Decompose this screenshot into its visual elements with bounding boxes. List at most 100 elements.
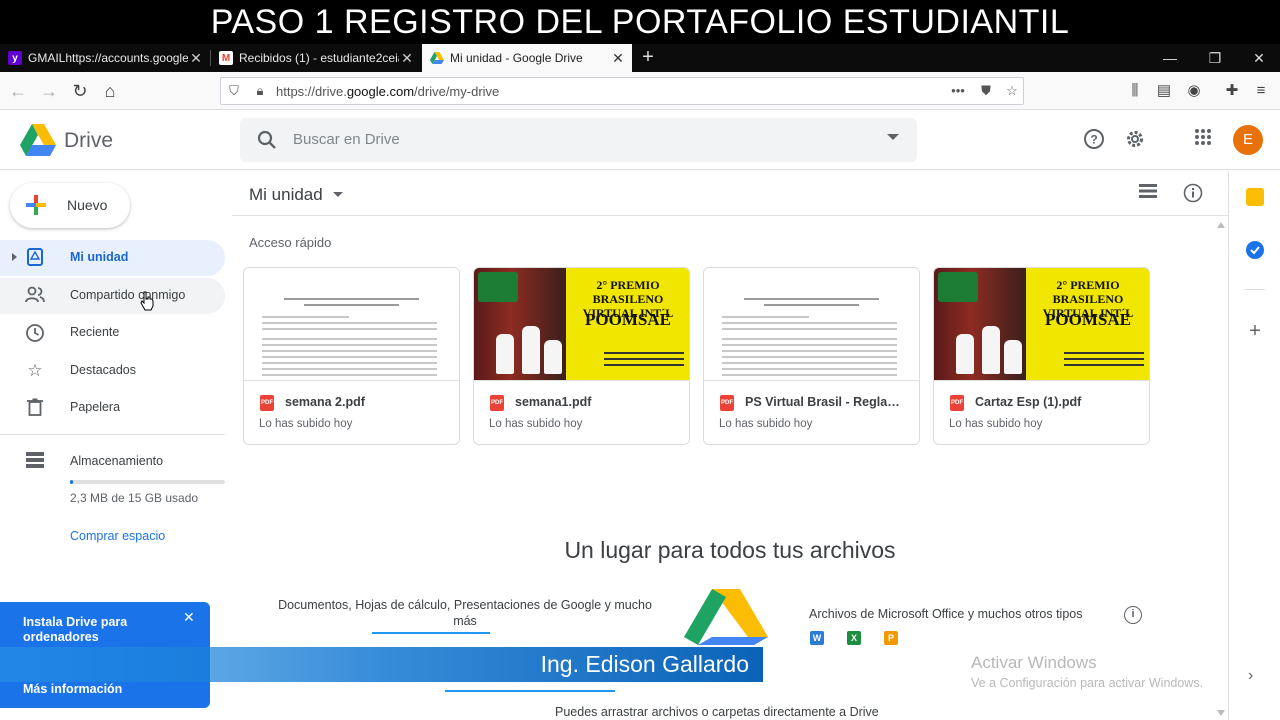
list-view-icon[interactable] — [1137, 183, 1159, 205]
office-feature-text: Archivos de Microsoft Office y muchos ot… — [809, 607, 1083, 621]
url-text[interactable]: https://drive.google.com/drive/my-drive — [276, 84, 499, 99]
sidebar-item-starred[interactable]: ☆ Destacados — [0, 353, 225, 389]
drag-drop-hint: Puedes arrastrar archivos o carpetas dir… — [555, 705, 879, 719]
pocket-icon[interactable]: ⛊ — [977, 82, 995, 100]
tab-recibidos[interactable]: M Recibidos (1) - estudiante2ceia ✕ — [211, 44, 421, 72]
search-options-icon[interactable] — [887, 134, 899, 140]
sidebar-item-label: Papelera — [70, 400, 121, 414]
buy-storage-link[interactable]: Comprar espacio — [70, 529, 165, 543]
powerpoint-icon: P — [884, 631, 898, 645]
drive-logo-icon[interactable] — [20, 124, 56, 156]
extensions-icon[interactable]: ✚ — [1222, 81, 1242, 101]
search-box[interactable]: Buscar en Drive — [240, 118, 917, 162]
tab-label: Mi unidad - Google Drive — [450, 51, 583, 65]
account-icon[interactable]: ◉ — [1184, 81, 1204, 101]
expand-caret-icon[interactable] — [12, 253, 17, 261]
file-card-info: PDF semana1.pdf Lo has subido hoy — [474, 380, 689, 444]
star-icon: ☆ — [27, 361, 43, 380]
close-icon[interactable]: ✕ — [183, 609, 195, 626]
more-info-link[interactable]: Más información — [23, 682, 122, 696]
title-dropdown-icon[interactable] — [333, 192, 343, 197]
tab-label: GMAILhttps://accounts.google — [28, 51, 188, 65]
home-icon[interactable]: ⌂ — [99, 80, 121, 102]
main-divider — [232, 215, 1228, 216]
word-icon: W — [810, 631, 824, 645]
svg-text:?: ? — [1090, 133, 1097, 147]
poster-photo — [474, 268, 566, 380]
windows-activation-title: Activar Windows — [971, 653, 1097, 672]
forward-icon[interactable]: → — [38, 80, 60, 102]
overlay-decoration — [445, 690, 615, 692]
info-icon[interactable] — [1182, 183, 1204, 205]
tab-drive[interactable]: Mi unidad - Google Drive ✕ — [422, 44, 632, 72]
close-tab-icon[interactable]: ✕ — [399, 50, 415, 67]
file-subtitle: Lo has subido hoy — [489, 418, 583, 430]
close-tab-icon[interactable]: ✕ — [188, 50, 204, 67]
poster-photo — [934, 268, 1026, 380]
tab-gmail-accounts[interactable]: y GMAILhttps://accounts.google ✕ — [0, 44, 210, 72]
yahoo-icon: y — [8, 51, 22, 65]
presenter-lower-third: Ing. Edison Gallardo — [0, 647, 763, 682]
sidebar-item-trash[interactable]: Papelera — [0, 390, 225, 426]
settings-gear-icon[interactable] — [1123, 128, 1147, 152]
sidebar-toggle-icon[interactable]: ▤ — [1154, 81, 1174, 101]
side-panel: + › — [1228, 171, 1280, 720]
restore-icon[interactable]: ❐ — [1193, 44, 1237, 72]
new-button-label: Nuevo — [67, 197, 108, 213]
sidebar-item-label: Destacados — [70, 363, 137, 377]
storage-progress-fill — [70, 480, 74, 484]
tab-label: Recibidos (1) - estudiante2ceia — [239, 51, 399, 65]
people-icon — [25, 286, 45, 306]
file-thumbnail — [244, 268, 459, 380]
file-card[interactable]: 2° PREMIO BRASILENO VIRTUAL INT´L POOMSAE… — [933, 267, 1150, 445]
pdf-icon: PDF — [490, 395, 504, 411]
avatar[interactable]: E — [1233, 125, 1263, 155]
my-drive-icon — [25, 248, 45, 268]
url-bar[interactable]: ⛉ 🔒︎ https://drive.google.com/drive/my-d… — [220, 77, 1024, 105]
file-card[interactable]: PDF PS Virtual Brasil - Reglamento Lo ha… — [703, 267, 920, 445]
sidebar-item-shared[interactable]: Compartido conmigo — [0, 278, 225, 314]
popup-title: Instala Drive para ordenadores — [23, 615, 128, 644]
drive-logo-text[interactable]: Drive — [64, 129, 113, 153]
storage-used-text: 2,3 MB de 15 GB usado — [70, 491, 199, 505]
info-icon[interactable]: i — [1124, 606, 1142, 624]
back-icon[interactable]: ← — [7, 80, 29, 102]
file-card-info: PDF semana 2.pdf Lo has subido hoy — [244, 380, 459, 444]
file-card[interactable]: 2° PREMIO BRASILENO VIRTUAL INT´L POOMSAE… — [473, 267, 690, 445]
add-addon-icon[interactable]: + — [1246, 321, 1264, 341]
more-actions-icon[interactable]: ••• — [949, 82, 967, 100]
sidebar-item-storage[interactable]: Almacenamiento — [0, 444, 225, 480]
google-docs-feature-text: Documentos, Hojas de cálculo, Presentaci… — [278, 598, 652, 628]
storage-icon — [25, 452, 45, 472]
library-icon[interactable]: ⫼ — [1125, 81, 1145, 101]
plus-icon — [26, 195, 46, 215]
sidebar-item-my-drive[interactable]: Mi unidad — [0, 240, 225, 276]
bookmark-star-icon[interactable]: ☆ — [1003, 82, 1021, 100]
expand-panel-icon[interactable]: › — [1248, 667, 1253, 685]
search-input[interactable]: Buscar en Drive — [293, 131, 400, 148]
sidebar-item-recent[interactable]: Reciente — [0, 315, 225, 351]
storage-progress-bar — [70, 480, 225, 484]
screen: PASO 1 REGISTRO DEL PORTAFOLIO ESTUDIANT… — [0, 0, 1280, 720]
poster-title: POOMSAE — [585, 310, 671, 329]
empty-state-title: Un lugar para todos tus archivos — [564, 537, 896, 563]
file-name: Cartaz Esp (1).pdf — [975, 395, 1082, 409]
help-icon[interactable]: ? — [1082, 128, 1106, 152]
menu-icon[interactable]: ≡ — [1251, 81, 1271, 101]
lock-icon[interactable]: 🔒︎ — [251, 82, 269, 100]
close-tab-icon[interactable]: ✕ — [610, 50, 626, 67]
new-button[interactable]: Nuevo — [10, 183, 130, 228]
page-title[interactable]: Mi unidad — [249, 185, 323, 205]
apps-grid-icon[interactable] — [1191, 128, 1215, 152]
main-scrollbar[interactable] — [1214, 215, 1228, 720]
overlay-decoration — [372, 632, 490, 634]
close-window-icon[interactable]: ✕ — [1237, 44, 1280, 72]
shield-icon[interactable]: ⛉ — [225, 82, 243, 100]
new-tab-button[interactable]: + — [638, 44, 658, 72]
reload-icon[interactable]: ↻ — [69, 80, 91, 102]
file-card[interactable]: PDF semana 2.pdf Lo has subido hoy — [243, 267, 460, 445]
tasks-icon[interactable] — [1246, 241, 1264, 259]
minimize-icon[interactable]: — — [1148, 44, 1192, 72]
keep-icon[interactable] — [1246, 188, 1264, 206]
search-icon[interactable] — [256, 129, 278, 151]
